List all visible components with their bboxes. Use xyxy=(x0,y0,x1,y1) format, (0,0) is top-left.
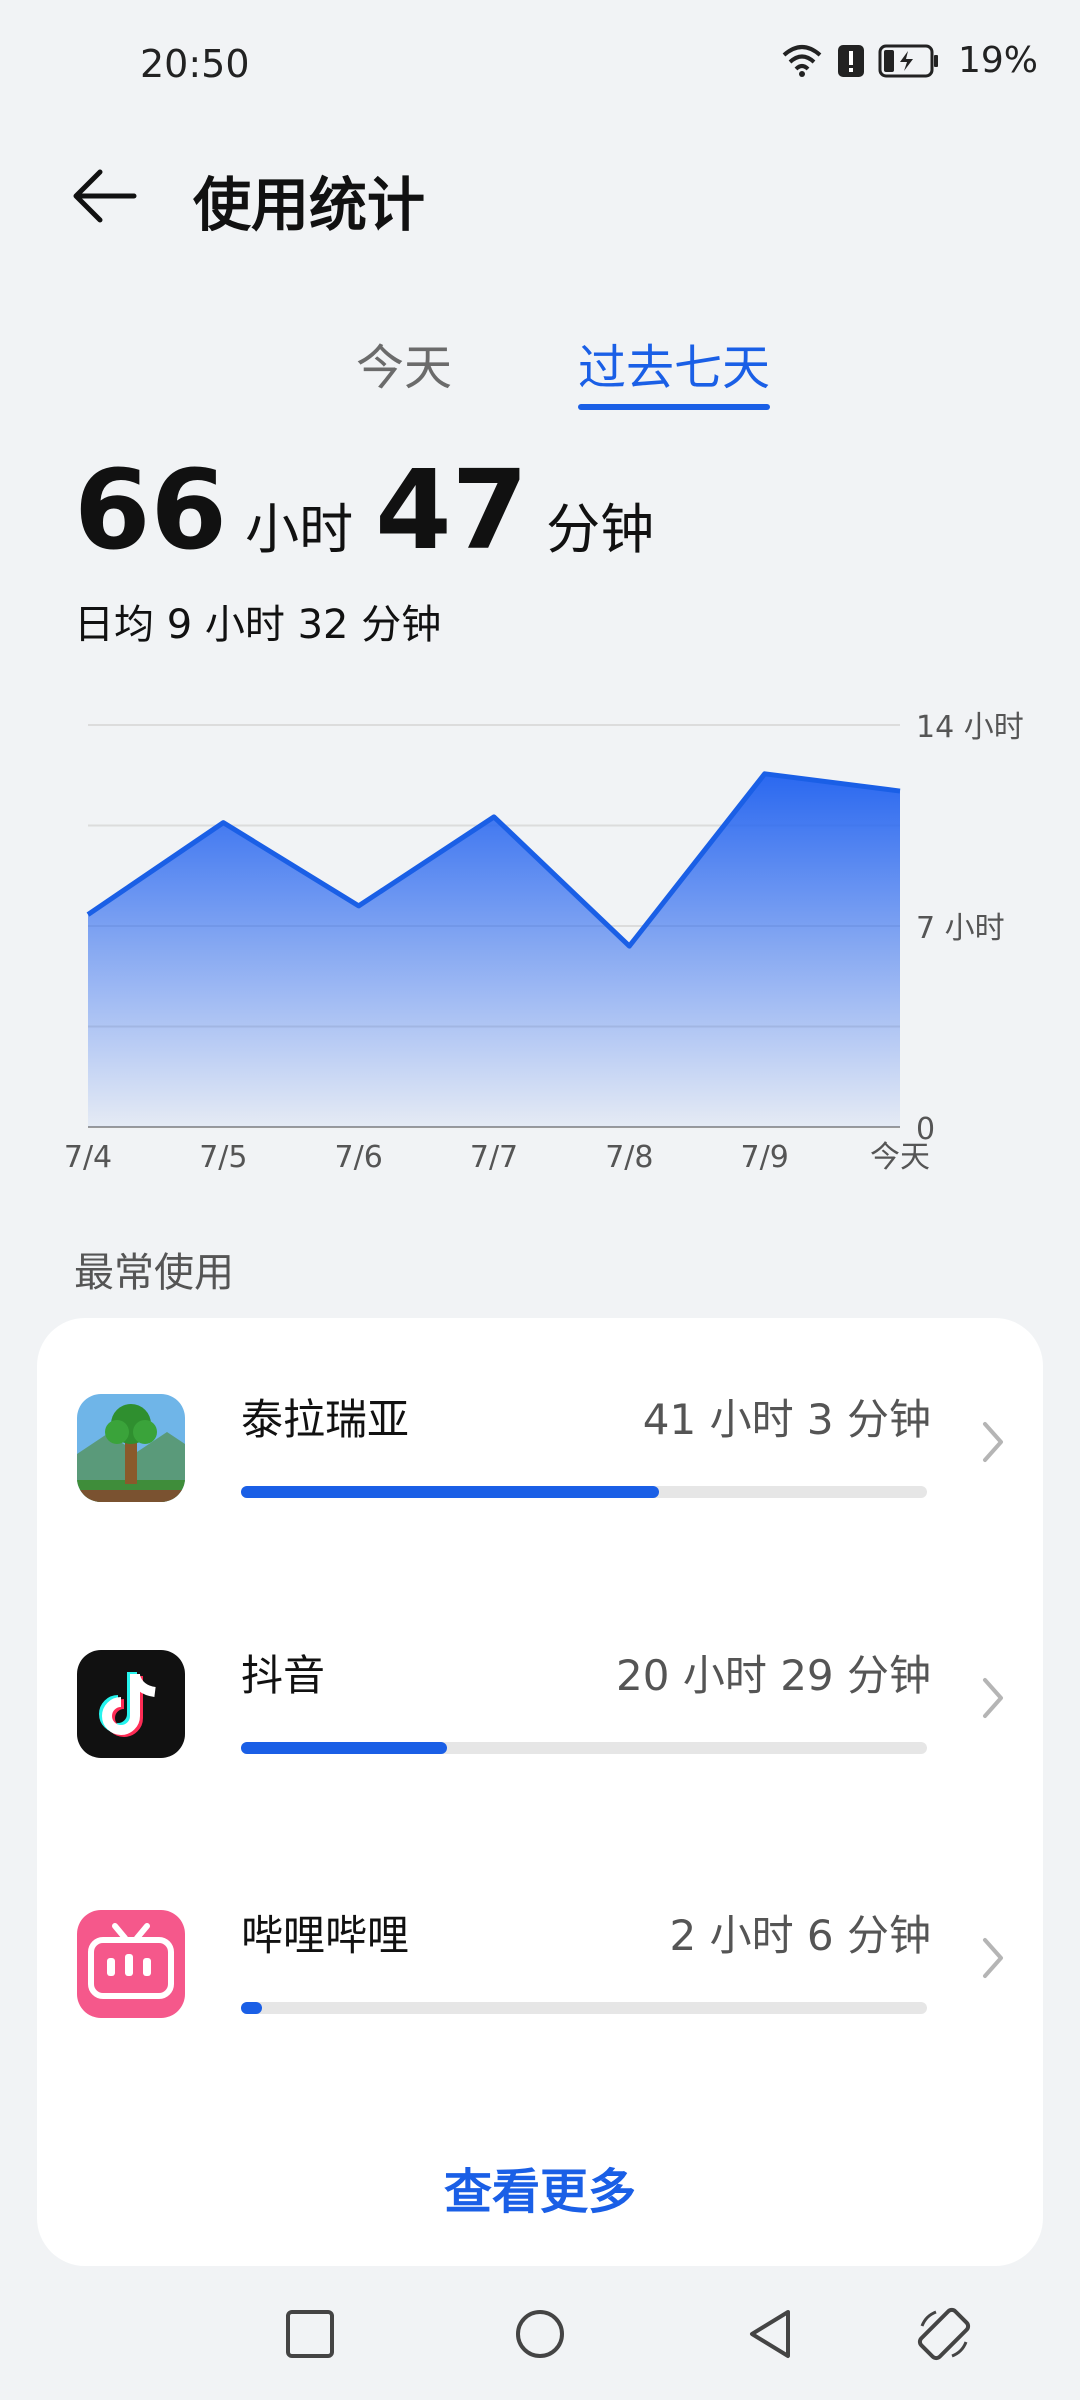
alert-icon xyxy=(836,43,866,79)
header: 使用统计 xyxy=(0,130,1080,260)
see-more-link[interactable]: 查看更多 xyxy=(37,2152,1043,2222)
chevron-right-icon xyxy=(979,1418,1007,1470)
app-name: 抖音 xyxy=(241,1651,326,1700)
chevron-right-icon xyxy=(979,1934,1007,1986)
douyin-icon xyxy=(77,1650,185,1758)
wifi-icon xyxy=(780,43,824,79)
tab-past-seven-days[interactable]: 过去七天 xyxy=(578,328,770,398)
chart-y-tick-label: 7 小时 xyxy=(916,911,1005,946)
total-usage: 66 小时 47 分钟 xyxy=(74,455,676,565)
app-usage-time: 41 小时 3 分钟 xyxy=(642,1395,931,1444)
page-title: 使用统计 xyxy=(193,171,426,239)
chart-x-tick-label: 7/4 xyxy=(64,1140,112,1175)
battery-level: 19% xyxy=(957,40,1038,81)
recents-square-icon[interactable] xyxy=(284,2308,336,2364)
usage-chart: 7/4 7/5 7/6 7/7 7/8 7/9 今天 07 小时 14 小时 xyxy=(0,690,1080,1190)
total-minutes: 47 xyxy=(375,446,529,574)
usage-bar-fill xyxy=(241,1742,447,1754)
terraria-icon xyxy=(77,1394,185,1502)
usage-bar-track xyxy=(241,1742,927,1754)
app-usage-time: 2 小时 6 分钟 xyxy=(669,1911,932,1960)
usage-bar-fill xyxy=(241,2002,262,2014)
app-name: 哔哩哔哩 xyxy=(241,1911,410,1960)
most-used-label: 最常使用 xyxy=(74,1250,234,1296)
back-button[interactable] xyxy=(60,158,150,238)
system-navigation-bar xyxy=(0,2280,1080,2400)
usage-bar-track xyxy=(241,2002,927,2014)
chart-x-tick-label: 7/9 xyxy=(741,1140,789,1175)
tab-today[interactable]: 今天 xyxy=(356,328,452,398)
hours-unit: 小时 xyxy=(245,498,354,561)
bilibili-icon xyxy=(77,1910,185,2018)
chart-x-tick-label: 7/7 xyxy=(470,1140,518,1175)
total-hours: 66 xyxy=(74,446,228,574)
usage-bar-fill xyxy=(241,1486,660,1498)
app-name: 泰拉瑞亚 xyxy=(241,1395,410,1444)
usage-bar-track xyxy=(241,1486,927,1498)
chart-area xyxy=(88,773,900,1127)
rotate-screen-icon[interactable] xyxy=(914,2304,974,2368)
chart-x-tick-label: 7/8 xyxy=(605,1140,653,1175)
most-used-card: 泰拉瑞亚 41 小时 3 分钟 抖音 20 小时 29 分钟 哔哩哔哩 2 小时… xyxy=(37,1318,1043,2266)
daily-average: 日均 9 小时 32 分钟 xyxy=(74,602,442,648)
back-triangle-icon[interactable] xyxy=(744,2308,796,2364)
chart-y-tick-label: 14 小时 xyxy=(916,710,1024,745)
tab-indicator xyxy=(578,404,770,410)
app-row-terraria[interactable]: 泰拉瑞亚 41 小时 3 分钟 xyxy=(37,1318,1043,1558)
chart-x-tick-label: 7/6 xyxy=(335,1140,383,1175)
battery-icon xyxy=(878,44,940,78)
status-icons: 19% xyxy=(780,40,1038,81)
app-usage-time: 20 小时 29 分钟 xyxy=(616,1651,931,1700)
chart-x-tick-label: 7/5 xyxy=(199,1140,247,1175)
chevron-right-icon xyxy=(979,1674,1007,1726)
period-tabs: 今天 过去七天 xyxy=(0,320,1080,420)
usage-chart-svg: 7/4 7/5 7/6 7/7 7/8 7/9 今天 07 小时14 小时 xyxy=(64,710,1024,1175)
app-row-douyin[interactable]: 抖音 20 小时 29 分钟 xyxy=(37,1574,1043,1814)
app-row-bilibili[interactable]: 哔哩哔哩 2 小时 6 分钟 xyxy=(37,1834,1043,2074)
home-circle-icon[interactable] xyxy=(514,2308,566,2364)
chart-y-tick-label: 0 xyxy=(916,1112,935,1147)
back-arrow-icon xyxy=(72,168,138,228)
status-bar: 20:50 19% xyxy=(0,0,1080,130)
minutes-unit: 分钟 xyxy=(546,498,655,561)
status-time: 20:50 xyxy=(140,42,250,86)
